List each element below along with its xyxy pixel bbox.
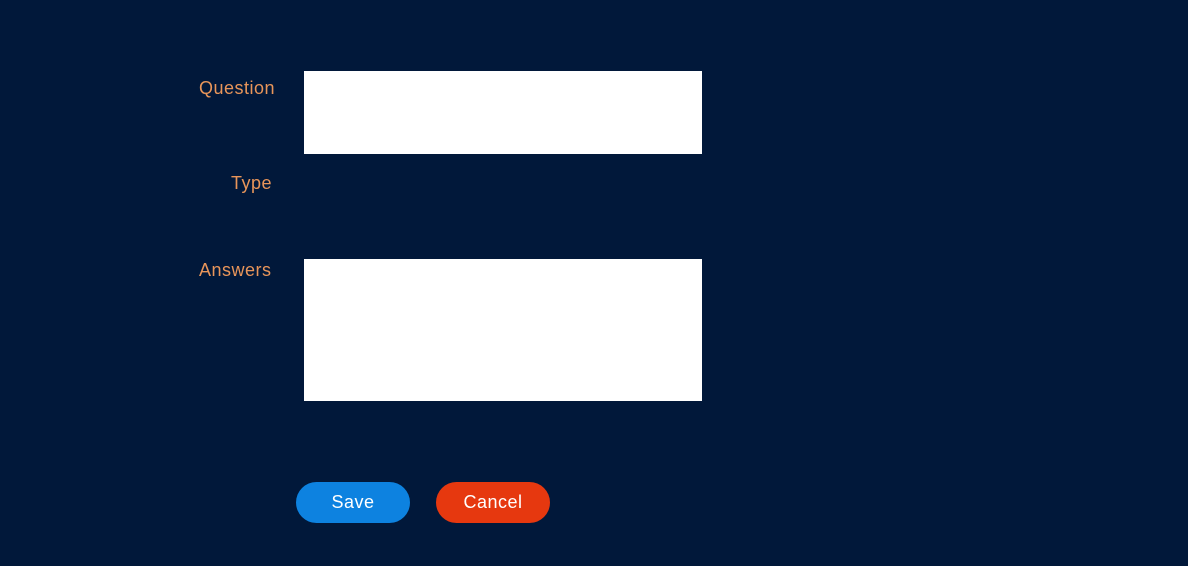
question-form-page: Question Type Answers Save Cancel bbox=[0, 0, 1188, 566]
save-button[interactable]: Save bbox=[296, 482, 410, 523]
cancel-button[interactable]: Cancel bbox=[436, 482, 550, 523]
answers-label: Answers bbox=[199, 260, 272, 280]
question-input[interactable] bbox=[304, 71, 702, 154]
question-label: Question bbox=[199, 78, 276, 98]
type-label: Type bbox=[231, 173, 273, 193]
answers-input[interactable] bbox=[304, 259, 702, 401]
